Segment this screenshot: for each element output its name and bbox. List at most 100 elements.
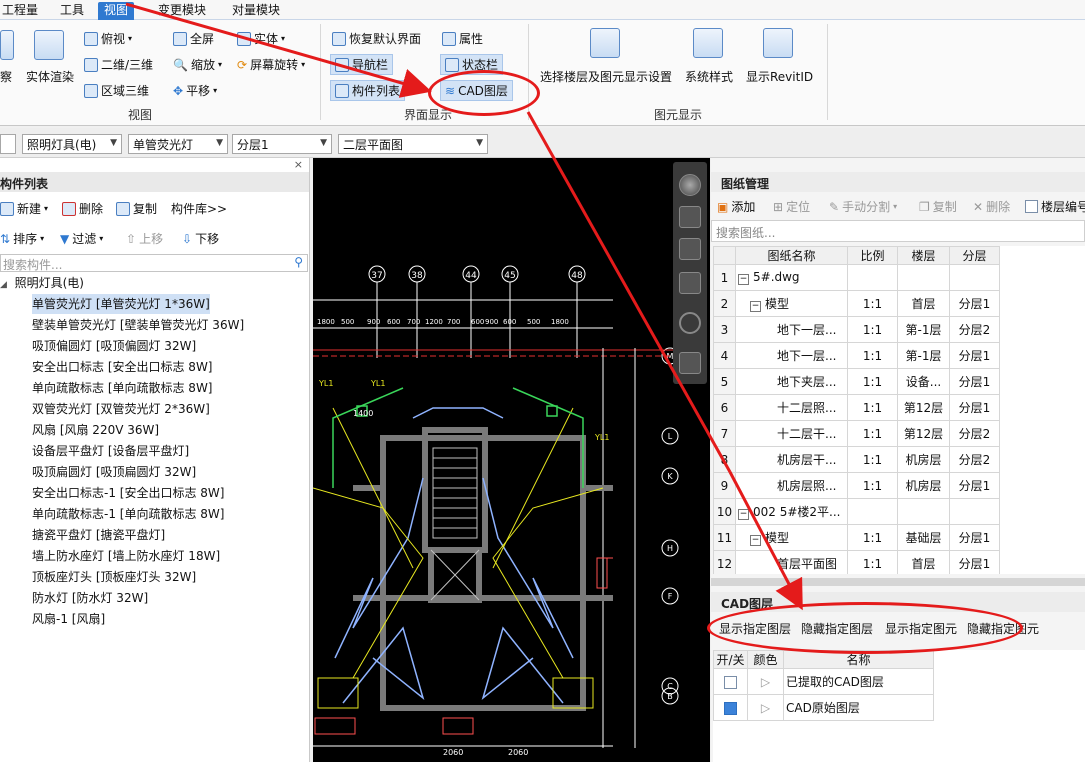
layer-select[interactable]: 分层1 ▼ xyxy=(232,134,332,154)
menu-change-module[interactable]: 变更模块 xyxy=(158,2,206,20)
tree-item[interactable]: 单管荧光灯 [单管荧光灯 1*36W] xyxy=(32,294,210,314)
component-list-label: 构件列表 xyxy=(352,84,401,98)
box-icon[interactable] xyxy=(679,238,701,260)
layer-row[interactable]: ▷ CAD原始图层 xyxy=(713,694,934,721)
screen-rotate-button[interactable]: ⟳ 屏幕旋转 ▾ xyxy=(237,56,305,73)
drawing-row[interactable]: 7 十二层干... 1:1 第12层 分层2 xyxy=(713,420,1000,447)
drawing-search-input[interactable]: 搜索图纸... xyxy=(711,220,1085,242)
expand-icon[interactable]: ▷ xyxy=(747,694,784,721)
tree-item[interactable]: 墙上防水座灯 [墙上防水座灯 18W] xyxy=(32,546,220,566)
checkbox[interactable] xyxy=(724,701,737,715)
top-view-button[interactable]: 俯视 ▾ xyxy=(84,30,132,47)
panel-splitter[interactable] xyxy=(711,578,1085,586)
combo-stub[interactable] xyxy=(0,134,16,154)
tree-item[interactable]: 安全出口标志 [安全出口标志 8W] xyxy=(32,357,213,377)
tree-item[interactable]: 顶板座灯头 [顶板座灯头 32W] xyxy=(32,567,196,587)
tree-root[interactable]: ◢ 照明灯具(电) xyxy=(0,274,84,291)
tree-item[interactable]: 双管荧光灯 [双管荧光灯 2*36W] xyxy=(32,399,210,419)
sort-button[interactable]: ⇅ 排序 ▾ xyxy=(0,230,44,247)
tree-item[interactable]: 单向疏散标志 [单向疏散标志 8W] xyxy=(32,378,213,398)
menu-quantity[interactable]: 工程量 xyxy=(2,2,38,20)
drawing-row[interactable]: 5 地下夹层... 1:1 设备... 分层1 xyxy=(713,368,1000,395)
component-list-button[interactable]: 构件列表 xyxy=(330,80,406,101)
checkbox[interactable] xyxy=(1025,200,1038,213)
drawing-row[interactable]: 11− 模型 1:1 基础层 分层1 xyxy=(713,524,1000,551)
move-up-button[interactable]: ⇧ 上移 xyxy=(126,230,163,247)
new-button[interactable]: 新建 ▾ xyxy=(0,200,48,217)
collapse-icon[interactable]: − xyxy=(750,535,761,546)
show-revit-id-button[interactable]: 显示RevitID xyxy=(746,68,813,85)
layer-toggle-cell[interactable] xyxy=(713,668,748,695)
properties-button[interactable]: 属性 xyxy=(442,30,483,47)
collapse-icon[interactable]: ◢ xyxy=(0,280,7,290)
add-drawing-button[interactable]: ▣ 添加 xyxy=(717,198,755,215)
system-style-button[interactable]: 系统样式 xyxy=(685,68,733,85)
layer-row[interactable]: ▷ 已提取的CAD图层 xyxy=(713,668,934,695)
zoom-button[interactable]: 🔍 缩放 ▾ xyxy=(173,56,222,73)
view-cube-icon[interactable] xyxy=(679,206,701,228)
component-select[interactable]: 单管荧光灯 ▼ xyxy=(128,134,228,154)
drawing-row[interactable]: 12 首层平面图 1:1 首层 分层1 xyxy=(713,550,1000,574)
tree-item[interactable]: 吸顶扁圆灯 [吸顶扁圆灯 32W] xyxy=(32,462,196,482)
tree-item[interactable]: 搪瓷平盘灯 [搪瓷平盘灯] xyxy=(32,525,165,545)
close-icon[interactable]: × xyxy=(294,158,303,171)
fullscreen-button[interactable]: 全屏 xyxy=(173,30,214,47)
collapse-icon[interactable]: − xyxy=(750,301,761,312)
drawing-row[interactable]: 8 机房层干... 1:1 机房层 分层2 xyxy=(713,446,1000,473)
restore-default-ui-button[interactable]: 恢复默认界面 xyxy=(332,30,421,47)
menu-compare-module[interactable]: 对量模块 xyxy=(232,2,280,20)
row-index: 12 xyxy=(713,550,736,574)
search-icon[interactable]: ⚲ xyxy=(294,255,303,269)
drawing-row[interactable]: 9 机房层照... 1:1 机房层 分层1 xyxy=(713,472,1000,499)
locate-button[interactable]: ⊞ 定位 xyxy=(773,198,810,215)
solid-render-button[interactable]: 实体渲染 xyxy=(26,68,74,85)
drawing-row[interactable]: 1−5#.dwg xyxy=(713,264,1000,291)
filter-button[interactable]: ▼ 过滤 ▾ xyxy=(60,230,103,247)
tree-item[interactable]: 设备层平盘灯 [设备层平盘灯] xyxy=(32,441,189,461)
component-search-input[interactable]: 搜索构件... ⚲ xyxy=(0,254,308,272)
layer-toggle-cell[interactable] xyxy=(713,694,748,721)
copy-button[interactable]: 复制 xyxy=(116,200,157,217)
add-icon: ▣ xyxy=(717,199,729,214)
drawing-row[interactable]: 2− 模型 1:1 首层 分层1 xyxy=(713,290,1000,317)
observe-button[interactable]: 察 xyxy=(0,68,12,85)
pan-button[interactable]: ✥ 平移 ▾ xyxy=(173,82,217,99)
menu-view[interactable]: 视图 xyxy=(98,2,135,20)
tree-item[interactable]: 吸顶偏圆灯 [吸顶偏圆灯 32W] xyxy=(32,336,196,356)
delete-button[interactable]: 删除 xyxy=(62,200,103,217)
copy-drawing-button[interactable]: ❐ 复制 xyxy=(919,198,957,215)
region-3d-button[interactable]: 区域三维 xyxy=(84,82,149,99)
annotation-circle xyxy=(428,70,540,116)
component-library-button[interactable]: 构件库>> xyxy=(171,200,227,217)
tree-item[interactable]: 防水灯 [防水灯 32W] xyxy=(32,588,148,608)
drawing-row[interactable]: 4 地下一层... 1:1 第-1层 分层1 xyxy=(713,342,1000,369)
drawing-select[interactable]: 二层平面图 ▼ xyxy=(338,134,488,154)
solid-button[interactable]: 实体 ▾ xyxy=(237,30,285,47)
tree-item[interactable]: 单向疏散标志-1 [单向疏散标志 8W] xyxy=(32,504,224,524)
floor-number-toggle[interactable]: 楼层编号 xyxy=(1025,198,1085,215)
checkbox[interactable] xyxy=(724,675,737,689)
manual-split-button[interactable]: ✎ 手动分割 ▾ xyxy=(829,198,897,215)
2d-3d-button[interactable]: 二维/三维 xyxy=(84,56,153,73)
move-down-button[interactable]: ⇩ 下移 xyxy=(182,230,219,247)
rotate-icon[interactable] xyxy=(679,312,701,334)
tree-item[interactable]: 风扇-1 [风扇] xyxy=(32,609,105,629)
floor-display-settings-button[interactable]: 选择楼层及图元显示设置 xyxy=(540,68,672,85)
category-select[interactable]: 照明灯具(电) ▼ xyxy=(22,134,122,154)
collapse-icon[interactable]: − xyxy=(738,274,749,285)
menu-tools[interactable]: 工具 xyxy=(60,2,84,20)
drawing-row[interactable]: 6 十二层照... 1:1 第12层 分层1 xyxy=(713,394,1000,421)
drawing-row[interactable]: 10−002 5#楼2平... xyxy=(713,498,1000,525)
drawing-row[interactable]: 3 地下一层... 1:1 第-1层 分层2 xyxy=(713,316,1000,343)
zoom-extent-icon[interactable] xyxy=(679,272,701,294)
expand-icon[interactable]: ▷ xyxy=(747,668,784,695)
cad-canvas[interactable]: 3738444548 MLKHFCB xyxy=(313,158,710,762)
nav-bar-button[interactable]: 导航栏 xyxy=(330,54,394,75)
tree-item[interactable]: 风扇 [风扇 220V 36W] xyxy=(32,420,159,440)
delete-drawing-button[interactable]: ✕ 删除 xyxy=(973,198,1010,215)
tree-item[interactable]: 壁装单管荧光灯 [壁装单管荧光灯 36W] xyxy=(32,315,244,335)
grid-icon[interactable] xyxy=(679,352,701,374)
orbit-icon[interactable] xyxy=(679,174,701,196)
collapse-icon[interactable]: − xyxy=(738,509,749,520)
tree-item[interactable]: 安全出口标志-1 [安全出口标志 8W] xyxy=(32,483,224,503)
